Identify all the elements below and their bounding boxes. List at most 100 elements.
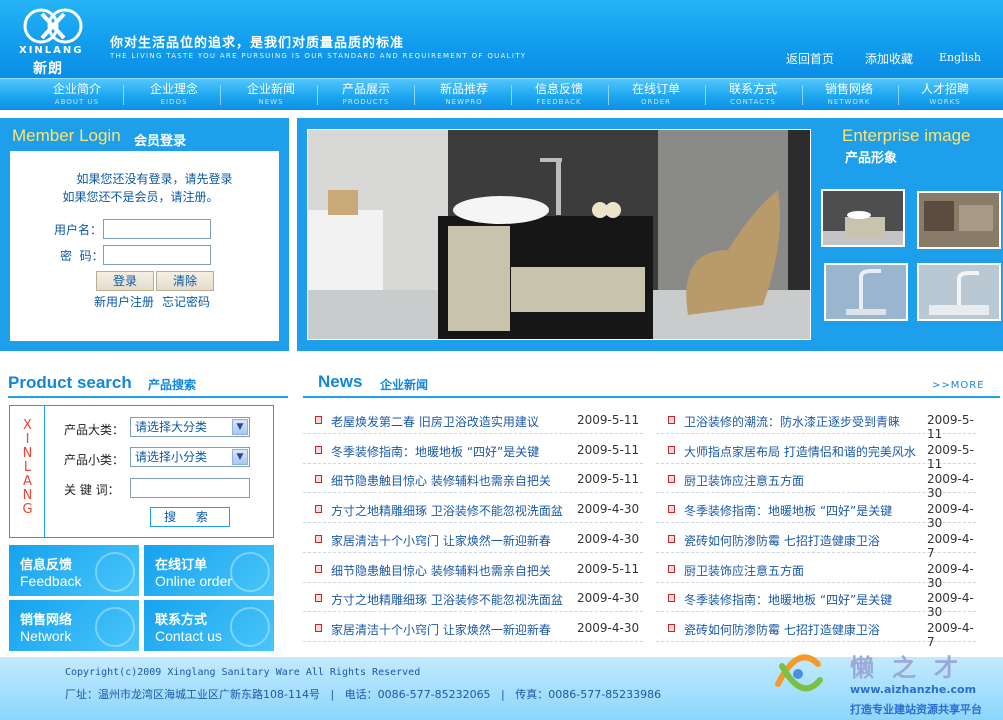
brand-letter: N — [22, 446, 34, 461]
enterprise-showcase: Enterprise image 产品形象 — [297, 118, 1003, 351]
nav-about[interactable]: 企业简介 ABOUT US — [29, 82, 125, 107]
product-thumbnail[interactable] — [917, 263, 1001, 321]
news-item[interactable]: 大师指点家居布局 打造情侣和谐的完美风水 2009-5-11 — [656, 434, 976, 471]
nav-feedback[interactable]: 信息反馈 FEEDBACK — [511, 82, 607, 107]
register-tip: 如果您还不是会员，请注册。 — [62, 190, 219, 204]
watermark-brand: 懒之才 — [850, 654, 976, 682]
news-title: 细节隐患触目惊心 装修辅料也需亲自把关 — [331, 474, 551, 489]
news-title: 大师指点家居布局 打造情侣和谐的完美风水 — [684, 444, 916, 459]
bullet-icon — [315, 594, 322, 603]
feedback-tile[interactable]: 信息反馈 Feedback — [9, 545, 139, 596]
tile-label-cn: 联系方式 — [155, 613, 208, 628]
login-button[interactable]: 登录 — [96, 271, 154, 291]
slogan-en: THE LIVING TASTE YOU ARE PURSUING IS OUR… — [110, 52, 527, 60]
news-item[interactable]: 方寸之地精雕细琢 卫浴装修不能忽视洗面盆 2009-4-30 — [303, 493, 643, 524]
bullet-icon — [668, 564, 675, 573]
home-link[interactable]: 返回首页 — [786, 50, 834, 67]
nav-eidos[interactable]: 企业理念 EIDOS — [126, 82, 222, 107]
nav-works[interactable]: 人才招聘 WORKS — [897, 82, 993, 107]
bullet-icon — [668, 505, 675, 514]
copyright-text: Copyright(c)2009 Xinglang Sanitary Ware … — [65, 667, 421, 678]
bullet-icon — [668, 445, 675, 454]
keyword-input[interactable] — [130, 478, 250, 498]
watermark-url: www.aizhanzhe.com — [850, 683, 977, 696]
network-tile[interactable]: 销售网络 Network — [9, 600, 139, 651]
tile-label-cn: 在线订单 — [155, 558, 208, 573]
slogan-cn: 你对生活品位的追求，是我们对质量品质的标准 — [110, 36, 405, 51]
nav-label-en: PRODUCTS — [342, 98, 390, 106]
bullet-icon — [315, 505, 322, 514]
tile-decoration — [95, 607, 135, 647]
news-title-en: News — [318, 372, 363, 391]
online-order-tile[interactable]: 在线订单 Online order — [144, 545, 274, 596]
forgot-password-link[interactable]: 忘记密码 — [162, 293, 210, 310]
news-item[interactable]: 厨卫装饰应注意五方面 2009-4-30 — [656, 463, 976, 500]
news-item[interactable]: 方寸之地精雕细琢 卫浴装修不能忽视洗面盆 2009-4-30 — [303, 582, 643, 613]
nav-label: 联系方式 — [728, 82, 777, 96]
bookmark-link[interactable]: 添加收藏 — [865, 50, 913, 67]
nav-label: 企业简介 — [52, 82, 101, 96]
nav-label: 人才招聘 — [920, 82, 969, 96]
brand-letter: X — [23, 418, 33, 433]
bullet-icon — [668, 623, 675, 632]
login-form: 如果您还没有登录，请先登录 如果您还不是会员，请注册。 用户名： 密 码： 登录… — [10, 151, 279, 341]
news-item[interactable]: 卫浴装修的潮流：防水漆正逐步受到青睐 2009-5-11 — [656, 404, 976, 441]
news-title-cn: 企业新闻 — [380, 378, 429, 392]
category-select[interactable]: 请选择大分类 ▼ — [130, 417, 250, 437]
bullet-icon — [315, 623, 322, 632]
nav-news[interactable]: 企业新闻 NEWS — [223, 82, 319, 107]
register-link[interactable]: 新用户注册 — [94, 293, 154, 310]
news-title: 厨卫装饰应注意五方面 — [684, 474, 805, 489]
news-item[interactable]: 瓷砖如何防渗防霉 七招打造健康卫浴 2009-4-7 — [656, 612, 976, 649]
bathroom-scene-image — [308, 130, 810, 339]
featured-product-image[interactable] — [307, 129, 811, 340]
main-nav: 企业简介 ABOUT US 企业理念 EIDOS 企业新闻 NEWS 产品展示 PROD… — [0, 78, 1003, 110]
nav-products[interactable]: 产品展示 PRODUCTS — [318, 82, 414, 107]
news-more-link[interactable]: >>MORE — [932, 380, 985, 391]
contact-us-tile[interactable]: 联系方式 Contact us — [144, 600, 274, 651]
news-item[interactable]: 瓷砖如何防渗防霉 七招打造健康卫浴 2009-4-7 — [656, 523, 976, 560]
nav-newpro[interactable]: 新品推荐 NEWPRO — [416, 82, 512, 107]
username-label: 用户名： — [54, 223, 103, 237]
product-thumbnail[interactable] — [917, 191, 1001, 249]
nav-label-en: EIDOS — [160, 98, 188, 106]
english-link[interactable]: English — [939, 51, 981, 64]
news-item[interactable]: 老屋焕发第二春 旧房卫浴改造实用建议 2009-5-11 — [303, 404, 643, 434]
bullet-icon — [315, 564, 322, 573]
password-input[interactable] — [103, 245, 211, 265]
username-input[interactable] — [103, 219, 211, 239]
news-item[interactable]: 家居清洁十个小窍门 让家焕然一新迎新春 2009-4-30 — [303, 523, 643, 553]
nav-network[interactable]: 销售网络 NETWORK — [801, 82, 897, 107]
news-item[interactable]: 冬季装修指南：地暖地板 “四好”是关键 2009-4-30 — [656, 493, 976, 530]
tile-label-en: Contact us — [155, 628, 222, 644]
thumbnail-image — [919, 193, 999, 247]
news-item[interactable]: 细节隐患触目惊心 装修辅料也需亲自把关 2009-5-11 — [303, 463, 643, 494]
news-item[interactable]: 细节隐患触目惊心 装修辅料也需亲自把关 2009-5-11 — [303, 553, 643, 583]
member-login-panel: Member Login 会员登录 如果您还没有登录，请先登录 如果您还不是会员… — [0, 118, 289, 351]
login-title-cn: 会员登录 — [134, 134, 187, 149]
product-thumbnail[interactable] — [821, 189, 905, 247]
tile-label-en: Online order — [155, 573, 233, 589]
news-item[interactable]: 厨卫装饰应注意五方面 2009-4-30 — [656, 553, 976, 590]
search-button[interactable]: 搜 索 — [150, 507, 230, 527]
news-title: 卫浴装修的潮流：防水漆正逐步受到青睐 — [684, 415, 901, 429]
nav-contacts[interactable]: 联系方式 CONTACTS — [705, 82, 801, 107]
news-title: 方寸之地精雕细琢 卫浴装修不能忽视洗面盆 — [331, 504, 563, 519]
news-title: 冬季装修指南：地暖地板 “四好”是关键 — [684, 593, 893, 608]
news-item[interactable]: 冬季装修指南：地暖地板 “四好”是关键 2009-5-11 — [303, 434, 643, 464]
news-item[interactable]: 家居清洁十个小窍门 让家焕然一新迎新春 2009-4-30 — [303, 612, 643, 642]
nav-label: 新品推荐 — [439, 82, 488, 96]
news-item[interactable]: 冬季装修指南：地暖地板 “四好”是关键 2009-4-30 — [656, 582, 976, 619]
news-title: 老屋焕发第二春 旧房卫浴改造实用建议 — [331, 415, 539, 429]
nav-order[interactable]: 在线订单 ORDER — [608, 82, 704, 107]
keyword-label: 关 键 词： — [64, 483, 120, 497]
clear-button[interactable]: 清除 — [156, 271, 214, 291]
chevron-down-icon: ▼ — [232, 449, 248, 465]
nav-label: 销售网络 — [824, 82, 873, 96]
brand-logo-icon — [23, 8, 83, 44]
subcategory-select[interactable]: 请选择小分类 ▼ — [130, 447, 250, 467]
news-title: 细节隐患触目惊心 装修辅料也需亲自把关 — [331, 563, 551, 578]
bullet-icon — [668, 475, 675, 484]
product-search-title-cn: 产品搜索 — [148, 378, 197, 392]
product-thumbnail[interactable] — [824, 263, 908, 321]
